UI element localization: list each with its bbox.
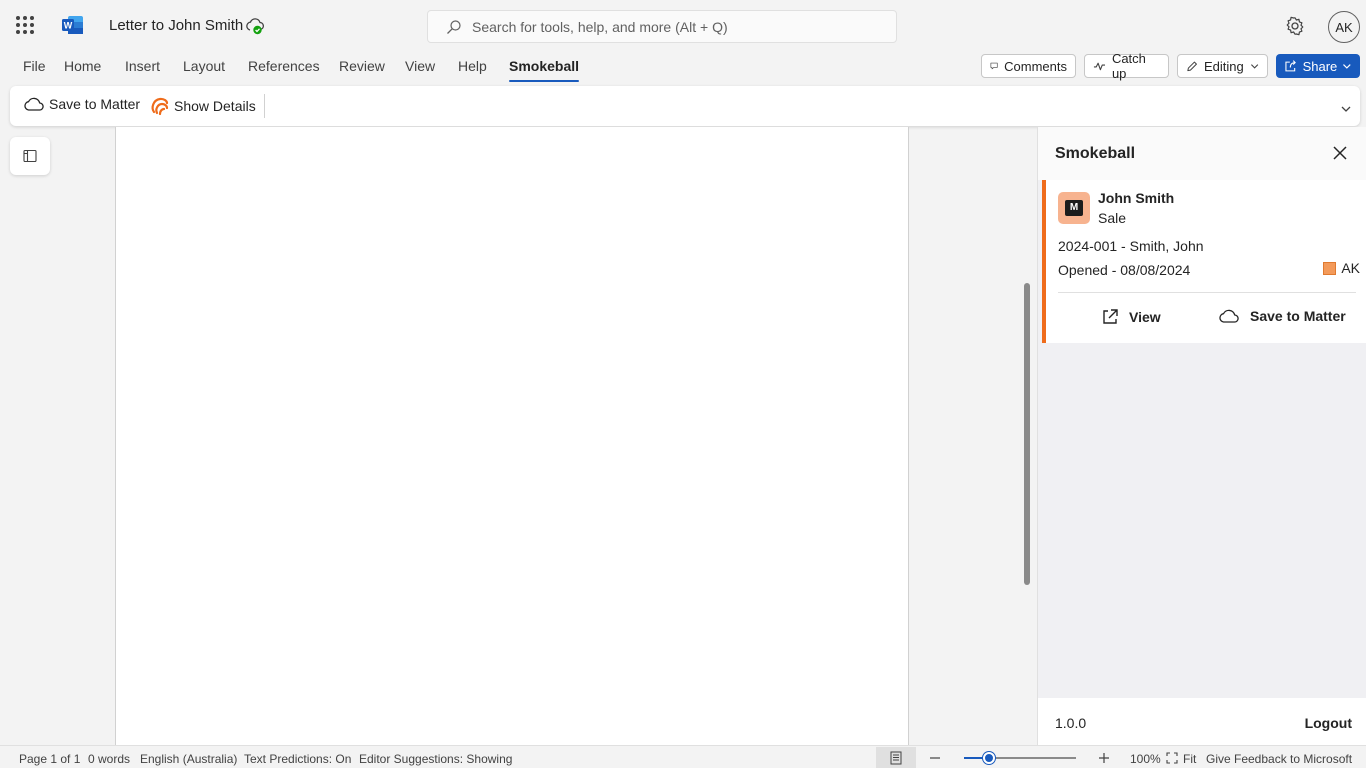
app-launcher-icon[interactable] [16, 16, 34, 34]
pane-header: Smokeball [1038, 127, 1366, 180]
tab-references[interactable]: References [248, 58, 320, 80]
comment-icon [990, 62, 998, 70]
tab-smokeball[interactable]: Smokeball [509, 58, 580, 82]
document-title[interactable]: Letter to John Smith [109, 17, 243, 34]
navigation-pane-icon [23, 149, 37, 163]
cloud-icon [24, 97, 44, 111]
activity-icon [1093, 62, 1106, 71]
tab-layout[interactable]: Layout [183, 58, 225, 80]
matter-number: 2024-001 - Smith, John [1058, 238, 1204, 254]
page-layout-icon [890, 751, 902, 765]
language-indicator[interactable]: English (Australia) [140, 752, 237, 766]
editing-label: Editing [1204, 58, 1244, 74]
share-button[interactable]: Share [1276, 54, 1360, 78]
zoom-slider-thumb[interactable] [982, 752, 995, 764]
external-link-icon [1103, 309, 1118, 324]
staff-badge: AK [1323, 260, 1360, 276]
zoom-in-icon[interactable] [1098, 752, 1110, 764]
navigation-pane-button[interactable] [10, 137, 50, 175]
word-logo-icon: W [62, 16, 83, 34]
fit-icon [1166, 752, 1178, 764]
zoom-out-icon[interactable] [929, 752, 941, 764]
matter-type: Sale [1098, 210, 1127, 226]
status-bar: Page 1 of 1 0 words English (Australia) … [0, 745, 1366, 768]
tab-home[interactable]: Home [64, 58, 101, 80]
chevron-down-icon [1250, 64, 1259, 69]
svg-text:W: W [64, 21, 73, 31]
view-label: View [1129, 309, 1161, 325]
pencil-icon [1187, 61, 1197, 71]
staff-initials: AK [1341, 260, 1360, 276]
settings-gear-icon[interactable] [1285, 16, 1305, 36]
tab-view[interactable]: View [405, 58, 435, 80]
comments-label: Comments [1004, 58, 1067, 74]
pane-title: Smokeball [1055, 145, 1136, 162]
show-details-button[interactable]: Show Details [150, 96, 256, 116]
ribbon-save-to-matter-button[interactable]: Save to Matter [23, 96, 140, 112]
matter-card: M John Smith Sale 2024-001 - Smith, John… [1042, 180, 1366, 343]
cloud-saved-icon[interactable] [245, 16, 265, 36]
catch-up-label: Catch up [1111, 51, 1146, 81]
smokeball-task-pane: Smokeball M John Smith Sale 2024-001 - S… [1037, 127, 1366, 745]
editor-suggestions-status[interactable]: Editor Suggestions: Showing [359, 752, 512, 766]
comments-button[interactable]: Comments [981, 54, 1076, 78]
cloud-icon [1219, 309, 1239, 323]
chevron-down-icon [1343, 64, 1351, 69]
ribbon-toolbar: Save to Matter Show Details [10, 86, 1360, 126]
document-page[interactable] [115, 127, 909, 747]
tab-review[interactable]: Review [339, 58, 385, 80]
title-bar: W Letter to John Smith AK [0, 0, 1366, 52]
page-count[interactable]: Page 1 of 1 [19, 752, 80, 766]
search-box[interactable] [427, 10, 897, 43]
print-layout-view-button[interactable] [876, 747, 916, 768]
pane-footer: 1.0.0 Logout [1038, 698, 1366, 745]
show-details-label: Show Details [174, 98, 256, 114]
tab-help[interactable]: Help [458, 58, 487, 80]
pane-save-to-matter-label: Save to Matter [1250, 308, 1346, 324]
card-divider [1058, 292, 1356, 293]
client-name: John Smith [1098, 190, 1175, 206]
tab-insert[interactable]: Insert [125, 58, 160, 80]
tab-file[interactable]: File [23, 58, 46, 80]
zoom-level[interactable]: 100% [1130, 752, 1161, 766]
staff-color-icon [1323, 261, 1337, 275]
smokeball-logo-icon [151, 97, 169, 116]
version-label: 1.0.0 [1055, 715, 1087, 731]
catch-up-button[interactable]: Catch up [1084, 51, 1169, 81]
word-count[interactable]: 0 words [88, 752, 130, 766]
search-icon [447, 20, 461, 34]
search-input[interactable] [472, 17, 882, 37]
editing-mode-button[interactable]: Editing [1177, 54, 1268, 78]
document-scrollbar[interactable] [1024, 283, 1030, 585]
logout-button[interactable]: Logout [1305, 715, 1352, 731]
share-label: Share [1302, 58, 1338, 74]
ribbon-divider [264, 94, 265, 118]
share-icon [1285, 60, 1296, 72]
pane-save-to-matter-button[interactable]: Save to Matter [1218, 308, 1346, 324]
ribbon-save-to-matter-label: Save to Matter [49, 96, 141, 112]
feedback-link[interactable]: Give Feedback to Microsoft [1206, 752, 1352, 766]
user-avatar[interactable]: AK [1328, 11, 1360, 43]
matter-opened-date: Opened - 08/08/2024 [1058, 262, 1191, 278]
ribbon-expand-chevron-icon[interactable] [1340, 103, 1352, 115]
close-icon[interactable] [1332, 145, 1348, 161]
view-matter-button[interactable]: View [1101, 308, 1161, 326]
fit-button[interactable]: Fit [1183, 752, 1196, 766]
matter-logo-icon: M [1058, 192, 1090, 224]
text-predictions-status[interactable]: Text Predictions: On [244, 752, 351, 766]
zoom-slider[interactable] [964, 752, 1076, 764]
